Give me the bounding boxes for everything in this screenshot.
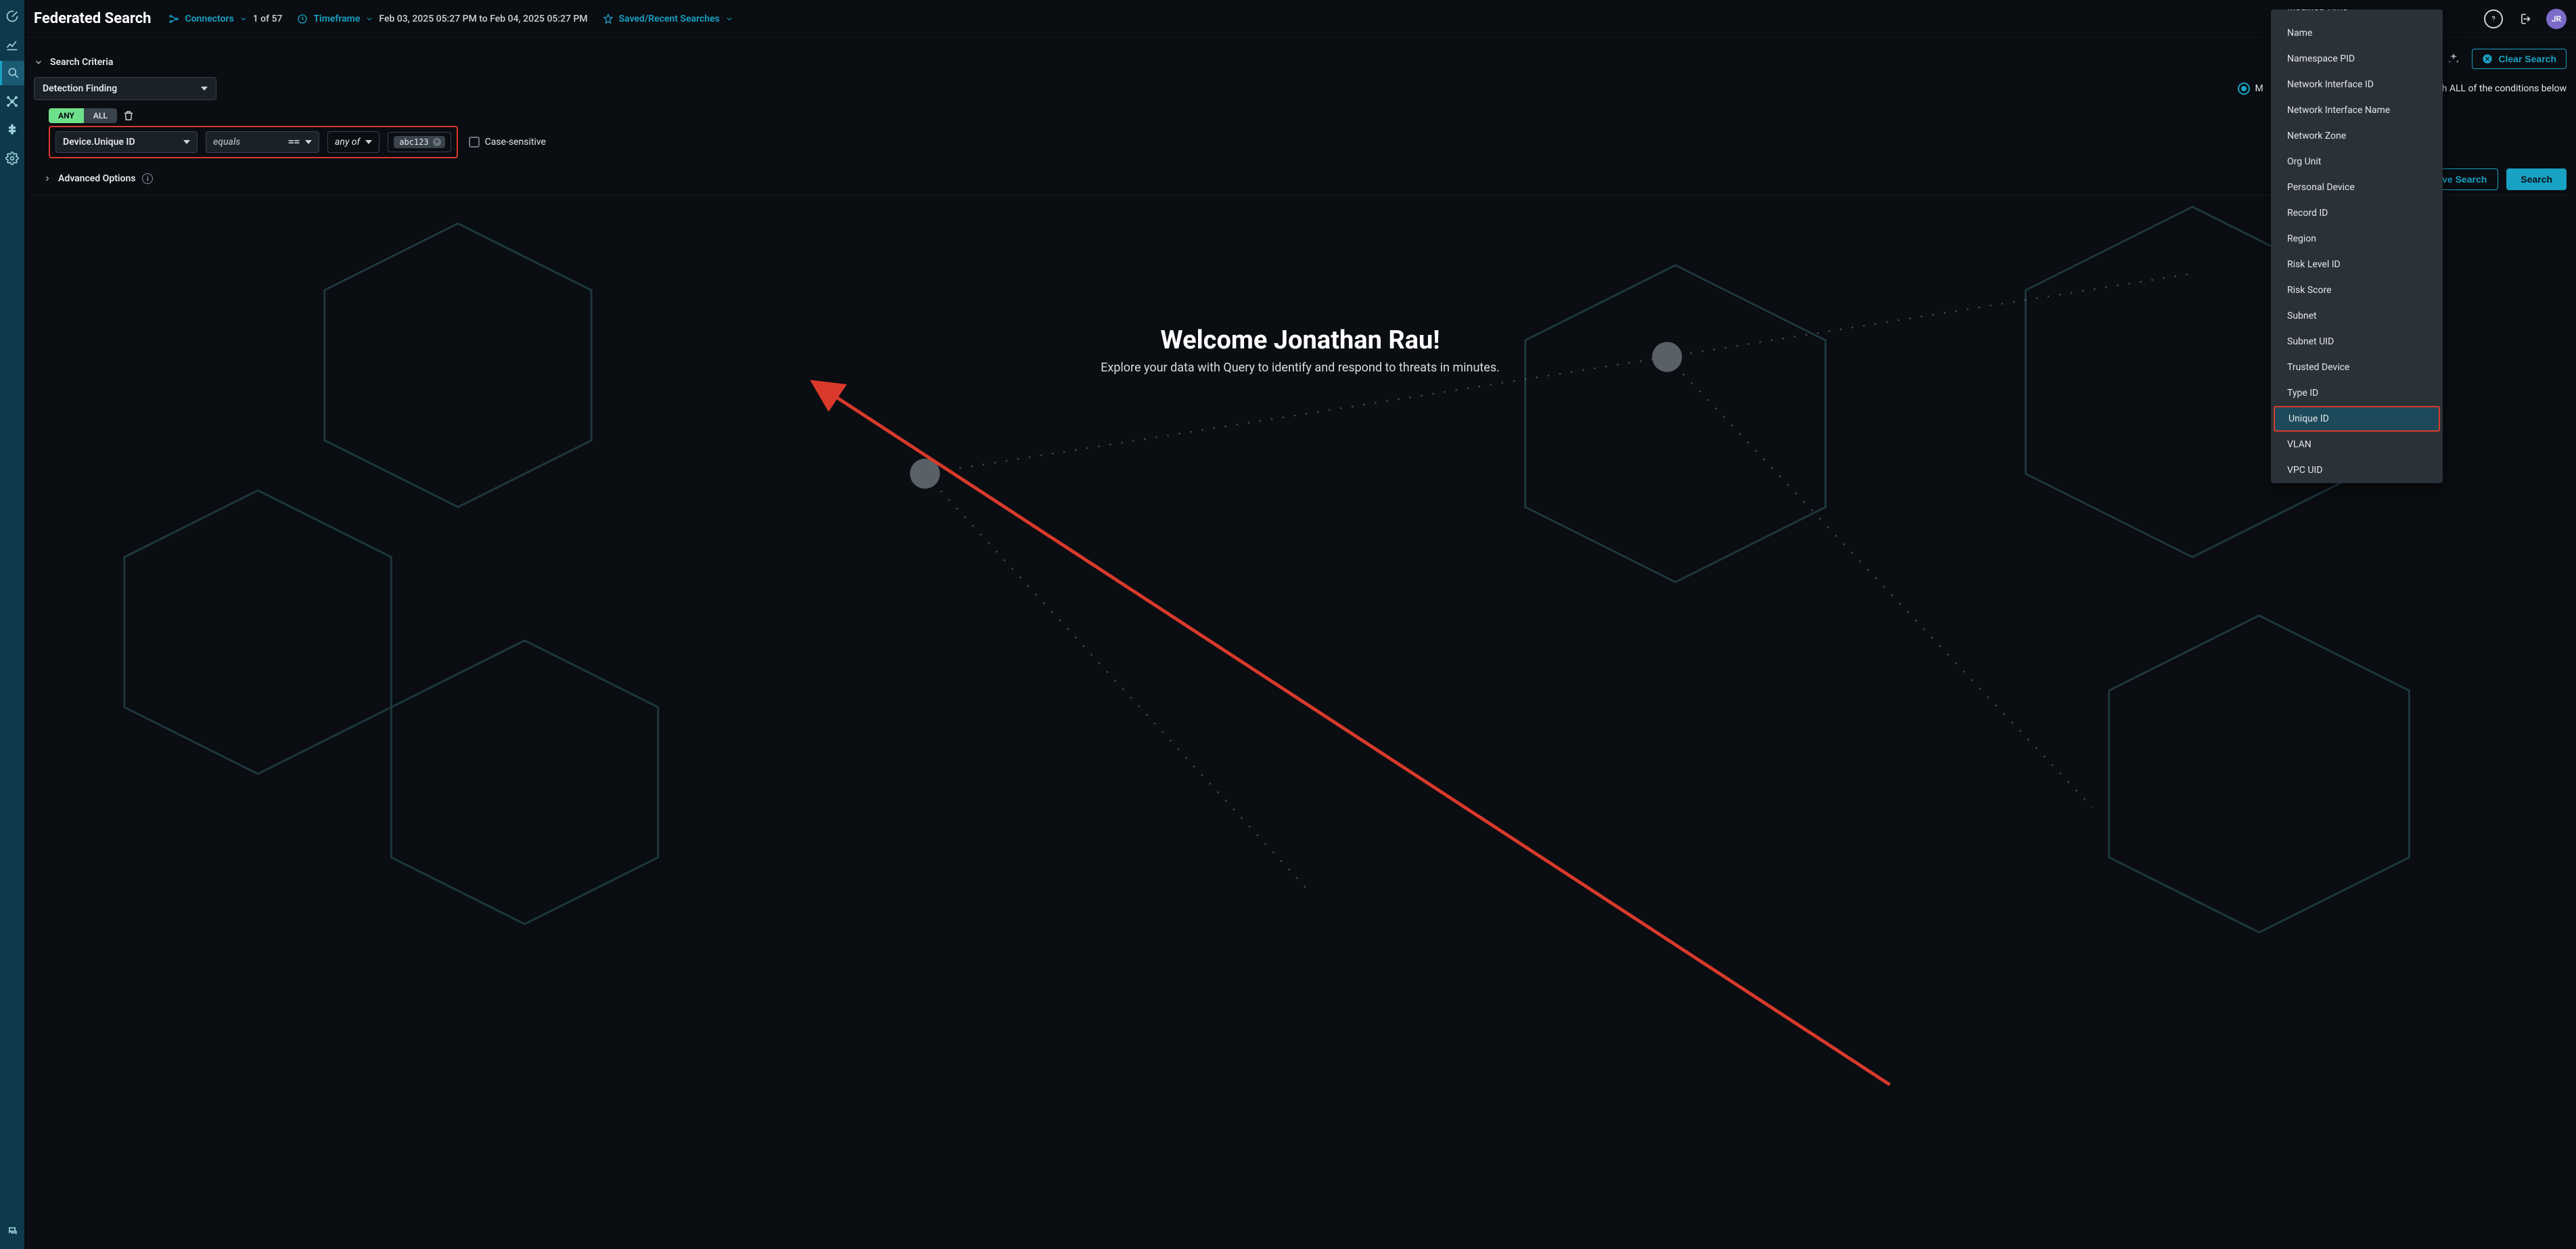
chevron-down-icon (201, 87, 208, 91)
match-suffix: tch ALL of the conditions below (2434, 83, 2567, 94)
radio-checked-icon (2238, 83, 2250, 95)
dropdown-item[interactable]: Name (2271, 20, 2443, 46)
operator-select[interactable]: equals == (206, 131, 319, 153)
dropdown-item[interactable]: VLAN (2271, 432, 2443, 457)
case-sensitive-label: Case-sensitive (485, 137, 546, 147)
dropdown-item[interactable]: Namespace PID (2271, 46, 2443, 72)
any-all-toggle[interactable]: ANY ALL (49, 108, 117, 123)
dropdown-item[interactable]: Subnet UID (2271, 329, 2443, 355)
delete-condition-button[interactable] (122, 110, 135, 122)
chevron-right-icon (43, 175, 51, 183)
value-input[interactable]: abc123 ✕ (388, 132, 451, 152)
dropdown-item[interactable]: Type ID (2271, 380, 2443, 406)
nav-graph-icon[interactable] (0, 89, 24, 114)
anyof-label: any of (335, 137, 360, 147)
chevron-down-icon (305, 140, 312, 144)
nav-chat-icon[interactable] (0, 1218, 24, 1242)
star-icon (603, 14, 614, 24)
chevron-down-icon (183, 140, 190, 144)
value-chip: abc123 ✕ (394, 136, 444, 148)
field-dropdown-menu: Modified TimeNameNamespace PIDNetwork In… (2271, 9, 2443, 483)
dropdown-item[interactable]: Subnet (2271, 303, 2443, 329)
connectors-count: 1 of 57 (253, 14, 283, 24)
anyof-select[interactable]: any of (327, 131, 380, 153)
dropdown-item[interactable]: Network Interface Name (2271, 97, 2443, 123)
welcome-title: Welcome Jonathan Rau! (279, 325, 2321, 355)
nav-home-icon[interactable] (0, 4, 24, 28)
search-button[interactable]: Search (2506, 168, 2567, 190)
any-option[interactable]: ANY (49, 108, 84, 123)
chevron-down-icon (365, 15, 373, 23)
nav-analytics-icon[interactable] (0, 32, 24, 57)
condition-row: Device.Unique ID equals == any of (49, 126, 458, 158)
connectors-control[interactable]: Connectors 1 of 57 (168, 14, 282, 24)
chevron-down-icon (34, 58, 43, 67)
logout-button[interactable] (2518, 12, 2531, 26)
operator-symbol: == (288, 137, 300, 147)
match-prefix: M (2255, 83, 2263, 94)
dropdown-item[interactable]: Trusted Device (2271, 355, 2443, 380)
dropdown-item[interactable]: Unique ID (2274, 406, 2440, 432)
search-criteria-label: Search Criteria (50, 57, 113, 68)
match-mode-radio[interactable]: M (2238, 83, 2263, 95)
connectors-icon (168, 14, 179, 24)
saved-searches-control[interactable]: Saved/Recent Searches (603, 14, 733, 24)
entity-type-select[interactable]: Detection Finding (34, 77, 216, 100)
timeframe-control[interactable]: Timeframe Feb 03, 2025 05:27 PM to Feb 0… (297, 14, 587, 24)
nav-search-icon[interactable] (0, 61, 24, 85)
dropdown-item[interactable]: Org Unit (2271, 149, 2443, 175)
dropdown-item[interactable]: Risk Score (2271, 277, 2443, 303)
left-sidebar (0, 0, 24, 1249)
saved-searches-label: Saved/Recent Searches (619, 14, 720, 24)
connectors-label: Connectors (185, 14, 233, 24)
hero-background (24, 190, 2576, 974)
dropdown-item[interactable]: Personal Device (2271, 175, 2443, 200)
field-select[interactable]: Device.Unique ID (55, 131, 198, 153)
welcome-subtitle: Explore your data with Query to identify… (279, 361, 2321, 375)
help-button[interactable] (2484, 9, 2503, 28)
dropdown-item[interactable]: VPC UID (2271, 457, 2443, 483)
operator-label: equals (213, 137, 240, 147)
chip-remove-icon[interactable]: ✕ (433, 138, 441, 146)
dropdown-item[interactable]: Modified Time (2271, 9, 2443, 20)
case-sensitive-checkbox[interactable] (469, 137, 480, 147)
nav-settings-icon[interactable] (0, 146, 24, 171)
avatar[interactable]: JR (2546, 9, 2567, 29)
page-header: Federated Search Connectors 1 of 57 Time… (24, 0, 2576, 38)
dropdown-item[interactable]: Region (2271, 226, 2443, 252)
page-title: Federated Search (34, 10, 151, 27)
dropdown-item[interactable]: Record ID (2271, 200, 2443, 226)
search-criteria-toggle[interactable]: Search Criteria (34, 57, 2567, 68)
clock-icon (297, 14, 308, 24)
chip-text: abc123 (399, 137, 428, 147)
dropdown-item[interactable]: Risk Level ID (2271, 252, 2443, 277)
field-value: Device.Unique ID (63, 137, 135, 147)
dropdown-item[interactable]: Network Zone (2271, 123, 2443, 149)
nav-plugins-icon[interactable] (0, 118, 24, 142)
chevron-down-icon (365, 140, 372, 144)
welcome-hero: Welcome Jonathan Rau! Explore your data … (24, 190, 2576, 1249)
chevron-down-icon (239, 15, 248, 23)
entity-type-value: Detection Finding (43, 83, 117, 94)
timeframe-value: Feb 03, 2025 05:27 PM to Feb 04, 2025 05… (379, 14, 587, 24)
chevron-down-icon (725, 15, 733, 23)
all-option[interactable]: ALL (84, 108, 117, 123)
timeframe-label: Timeframe (313, 14, 360, 24)
dropdown-item[interactable]: Network Interface ID (2271, 72, 2443, 97)
